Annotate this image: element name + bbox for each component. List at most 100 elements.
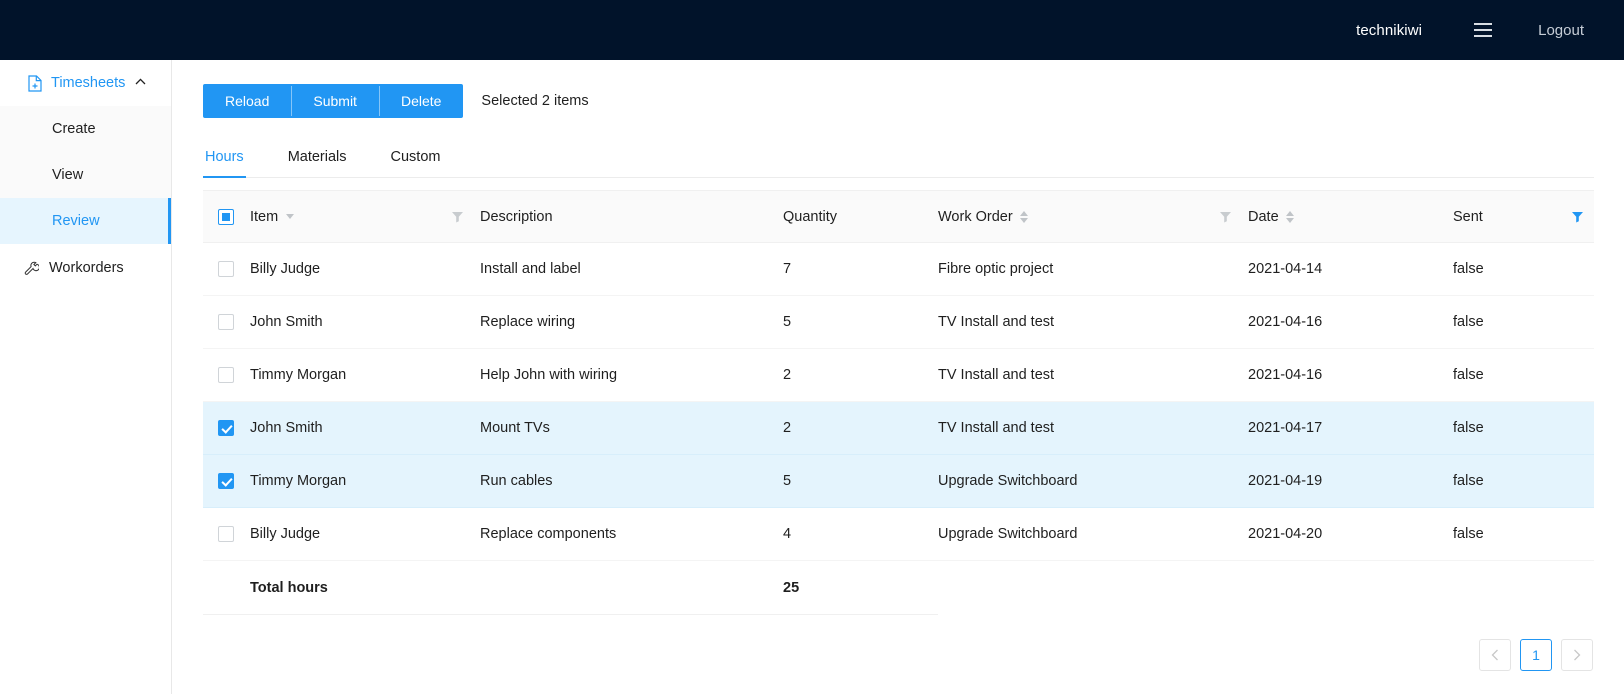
sidebar-item-create[interactable]: Create — [0, 106, 171, 152]
sidebar-item-view[interactable]: View — [0, 152, 171, 198]
row-select-cell — [203, 295, 250, 349]
sort-toggle-icon[interactable] — [1019, 210, 1028, 223]
sidebar-submenu: Create View Review — [0, 106, 171, 244]
sidebar-item-workorders[interactable]: Workorders — [0, 245, 171, 291]
table-row[interactable]: Timmy Morgan Help John with wiring 2 TV … — [203, 348, 1594, 402]
header-date: Date — [1248, 190, 1453, 243]
sidebar-group-timesheets[interactable]: Timesheets — [0, 60, 171, 106]
timesheet-table: Item Description Quantity Work Order Dat… — [203, 190, 1594, 615]
row-checkbox[interactable] — [218, 420, 234, 437]
cell-quantity: 7 — [783, 242, 938, 296]
table-body: Billy Judge Install and label 7 Fibre op… — [203, 242, 1594, 615]
summary-description-cell — [480, 560, 783, 615]
delete-button[interactable]: Delete — [378, 84, 464, 118]
cell-description: Replace components — [480, 507, 783, 561]
selection-status-text: Selected 2 items — [481, 93, 589, 109]
sidebar-item-label: View — [52, 167, 84, 183]
cell-work-order: TV Install and test — [938, 401, 1248, 455]
summary-label: Total hours — [250, 560, 480, 615]
cell-description: Install and label — [480, 242, 783, 296]
chevron-left-icon — [1491, 649, 1498, 661]
sidebar-item-label: Workorders — [49, 260, 124, 276]
logout-button[interactable]: Logout — [1538, 22, 1584, 39]
wrench-icon — [24, 261, 39, 276]
header-sent: Sent — [1453, 190, 1594, 243]
chevron-up-icon[interactable] — [135, 78, 146, 88]
cell-date: 2021-04-16 — [1248, 348, 1453, 402]
summary-work-order-cell — [938, 561, 1248, 615]
header-date-label: Date — [1248, 208, 1279, 225]
table-header-row: Item Description Quantity Work Order Dat… — [203, 190, 1594, 243]
header-quantity-label: Quantity — [783, 208, 837, 225]
cell-item: John Smith — [250, 401, 480, 455]
action-button-group: Reload Submit Delete — [203, 84, 464, 118]
hamburger-icon[interactable] — [1474, 23, 1493, 37]
tab-custom[interactable]: Custom — [389, 149, 443, 178]
cell-description: Mount TVs — [480, 401, 783, 455]
filter-icon-work-order[interactable] — [1219, 210, 1232, 223]
header-description: Description — [480, 190, 783, 243]
submit-button[interactable]: Submit — [291, 84, 379, 118]
tab-hours[interactable]: Hours — [203, 149, 246, 178]
summary-date-cell — [1248, 561, 1453, 615]
row-checkbox[interactable] — [218, 314, 234, 331]
action-toolbar: Reload Submit Delete Selected 2 items — [203, 84, 1594, 118]
select-all-checkbox[interactable] — [218, 208, 234, 225]
cell-sent: false — [1453, 507, 1594, 561]
cell-quantity: 5 — [783, 454, 938, 508]
cell-item: Billy Judge — [250, 507, 480, 561]
cell-date: 2021-04-19 — [1248, 454, 1453, 508]
header-sent-label: Sent — [1453, 208, 1483, 225]
cell-item: John Smith — [250, 295, 480, 349]
row-select-cell — [203, 401, 250, 455]
cell-sent: false — [1453, 348, 1594, 402]
pagination-next-button[interactable] — [1561, 639, 1593, 671]
pagination-prev-button[interactable] — [1479, 639, 1511, 671]
cell-sent: false — [1453, 454, 1594, 508]
header-quantity: Quantity — [783, 190, 938, 243]
reload-button[interactable]: Reload — [203, 84, 292, 118]
summary-sent-cell — [1453, 561, 1594, 615]
header-item: Item — [250, 190, 480, 243]
cell-quantity: 2 — [783, 401, 938, 455]
cell-quantity: 2 — [783, 348, 938, 402]
cell-item: Timmy Morgan — [250, 454, 480, 508]
sort-toggle-icon[interactable] — [1285, 210, 1294, 223]
filter-icon-sent-active[interactable] — [1571, 210, 1584, 223]
table-row[interactable]: John Smith Replace wiring 5 TV Install a… — [203, 295, 1594, 349]
sidebar-item-review[interactable]: Review — [0, 198, 171, 244]
summary-spacer-cell — [203, 560, 250, 615]
cell-sent: false — [1453, 401, 1594, 455]
cell-description: Help John with wiring — [480, 348, 783, 402]
header-work-order: Work Order — [938, 190, 1248, 243]
table-row[interactable]: Billy Judge Replace components 4 Upgrade… — [203, 507, 1594, 561]
cell-work-order: TV Install and test — [938, 295, 1248, 349]
row-checkbox[interactable] — [218, 367, 234, 384]
cell-sent: false — [1453, 295, 1594, 349]
pagination-page-1[interactable]: 1 — [1520, 639, 1552, 671]
document-add-icon — [28, 74, 42, 92]
cell-description: Run cables — [480, 454, 783, 508]
table-row[interactable]: John Smith Mount TVs 2 TV Install and te… — [203, 401, 1594, 455]
row-checkbox[interactable] — [218, 526, 234, 543]
row-select-cell — [203, 242, 250, 296]
table-row[interactable]: Billy Judge Install and label 7 Fibre op… — [203, 242, 1594, 296]
cell-description: Replace wiring — [480, 295, 783, 349]
row-checkbox[interactable] — [218, 261, 234, 278]
filter-icon-item[interactable] — [451, 210, 464, 223]
tab-materials[interactable]: Materials — [286, 149, 349, 178]
cell-quantity: 5 — [783, 295, 938, 349]
summary-total-value: 25 — [783, 560, 938, 615]
row-checkbox[interactable] — [218, 473, 234, 490]
header-work-order-label: Work Order — [938, 208, 1013, 225]
tab-bar: Hours Materials Custom — [203, 140, 1594, 178]
cell-work-order: Fibre optic project — [938, 242, 1248, 296]
cell-item: Timmy Morgan — [250, 348, 480, 402]
sidebar: Timesheets Create View Review Workorders — [0, 60, 172, 694]
sort-desc-icon[interactable] — [286, 214, 295, 219]
table-row[interactable]: Timmy Morgan Run cables 5 Upgrade Switch… — [203, 454, 1594, 508]
cell-work-order: TV Install and test — [938, 348, 1248, 402]
pagination: 1 — [203, 639, 1594, 671]
brand-label: technikiwi — [1356, 21, 1423, 39]
sidebar-item-label: Review — [52, 213, 100, 229]
